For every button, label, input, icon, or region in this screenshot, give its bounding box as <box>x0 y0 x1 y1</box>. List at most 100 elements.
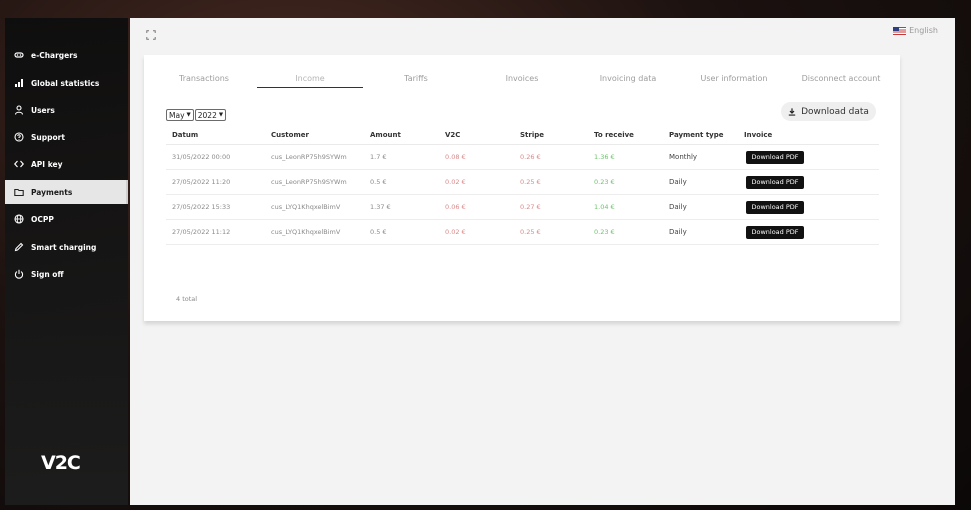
download-pdf-button[interactable]: Download PDF <box>746 200 804 214</box>
sidebar-item-api-key[interactable]: API key <box>5 152 128 176</box>
sidebar-item-smart-charging[interactable]: Smart charging <box>5 235 128 259</box>
cell-stripe: 0.25 € <box>520 178 541 186</box>
sidebar-item-label: OCPP <box>31 214 54 224</box>
sidebar-item-label: Users <box>31 105 55 115</box>
year-select[interactable]: 2022 ▼ <box>194 109 227 121</box>
date-filters: May ▼ 2022 ▼ <box>166 109 227 121</box>
sidebar-item-ocpp[interactable]: OCPP <box>5 207 128 231</box>
tab-invoicing-data[interactable]: Invoicing data <box>590 69 666 87</box>
sidebar-item-e-chargers[interactable]: e-Chargers <box>5 43 128 67</box>
table-header: Datum Customer Amount V2C Stripe To rece… <box>166 126 879 145</box>
sidebar-item-label: Payments <box>31 187 73 197</box>
cell-datum: 27/05/2022 11:20 <box>172 178 231 186</box>
sidebar-item-users[interactable]: Users <box>5 98 128 122</box>
cell-v2c: 0.02 € <box>445 178 466 186</box>
code-icon <box>13 158 25 170</box>
income-table: Datum Customer Amount V2C Stripe To rece… <box>166 126 879 245</box>
download-pdf-button[interactable]: Download PDF <box>746 225 804 239</box>
sidebar-item-label: Global statistics <box>31 78 100 88</box>
tab-bar: Transactions Income Tariffs Invoices Inv… <box>144 69 900 89</box>
table-row: 27/05/2022 15:33 cus_LYQ1KhqxelBimV 1.37… <box>166 195 879 220</box>
sidebar-item-label: e-Chargers <box>31 50 78 60</box>
fullscreen-icon[interactable] <box>146 25 156 40</box>
cell-datum: 27/05/2022 15:33 <box>172 203 231 211</box>
cell-to-receive: 1.04 € <box>594 203 615 211</box>
sidebar-item-label: Sign off <box>31 269 64 279</box>
power-icon <box>13 268 25 280</box>
help-circle-icon <box>13 131 25 143</box>
main-content: English Transactions Income Tariffs Invo… <box>130 18 955 505</box>
tab-transactions[interactable]: Transactions <box>166 69 242 87</box>
cell-customer: cus_LeonRP75h9SYWm <box>271 153 347 161</box>
cell-payment-type: Daily <box>669 178 687 186</box>
cell-payment-type: Daily <box>669 203 687 211</box>
download-data-button[interactable]: Download data <box>781 102 876 121</box>
chevron-down-icon: ▼ <box>218 112 224 118</box>
col-datum: Datum <box>172 131 199 139</box>
sidebar-item-label: Smart charging <box>31 242 97 252</box>
month-value: May <box>169 110 185 120</box>
download-icon <box>788 107 796 116</box>
sidebar-item-label: Support <box>31 132 65 142</box>
table-row: 27/05/2022 11:12 cus_LYQ1KhqxelBimV 0.5 … <box>166 220 879 245</box>
tab-user-information[interactable]: User information <box>696 69 772 87</box>
cell-v2c: 0.06 € <box>445 203 466 211</box>
bar-chart-icon <box>13 77 25 89</box>
tab-disconnect-account[interactable]: Disconnect account <box>798 69 884 87</box>
cell-payment-type: Daily <box>669 228 687 236</box>
v2c-logo: V2C <box>41 452 81 474</box>
table-row: 31/05/2022 00:00 cus_LeonRP75h9SYWm 1.7 … <box>166 145 879 170</box>
cell-customer: cus_LYQ1KhqxelBimV <box>271 203 341 211</box>
cell-stripe: 0.26 € <box>520 153 541 161</box>
tab-tariffs[interactable]: Tariffs <box>378 69 454 87</box>
col-v2c: V2C <box>445 131 461 139</box>
sidebar-item-global-statistics[interactable]: Global statistics <box>5 71 128 95</box>
language-selector[interactable]: English <box>893 26 938 35</box>
sidebar: e-Chargers Global statistics Users Suppo… <box>5 18 128 505</box>
cell-customer: cus_LeonRP75h9SYWm <box>271 178 347 186</box>
cell-stripe: 0.25 € <box>520 228 541 236</box>
tab-income[interactable]: Income <box>257 69 363 88</box>
col-invoice: Invoice <box>744 131 773 139</box>
cell-amount: 1.7 € <box>370 153 387 161</box>
table-row: 27/05/2022 11:20 cus_LeonRP75h9SYWm 0.5 … <box>166 170 879 195</box>
col-customer: Customer <box>271 131 309 139</box>
col-to-receive: To receive <box>594 131 634 139</box>
col-payment-type: Payment type <box>669 131 724 139</box>
sidebar-item-support[interactable]: Support <box>5 125 128 149</box>
sidebar-item-sign-off[interactable]: Sign off <box>5 262 128 286</box>
cell-payment-type: Monthly <box>669 153 698 161</box>
year-value: 2022 <box>197 110 217 120</box>
col-amount: Amount <box>370 131 401 139</box>
pen-icon <box>13 241 25 253</box>
total-count: 4 total <box>176 295 198 303</box>
user-icon <box>13 104 25 116</box>
sidebar-item-label: API key <box>31 159 63 169</box>
folder-icon <box>13 186 25 198</box>
cell-datum: 31/05/2022 00:00 <box>172 153 231 161</box>
month-select[interactable]: May ▼ <box>166 109 194 121</box>
cell-stripe: 0.27 € <box>520 203 541 211</box>
language-label: English <box>909 26 938 35</box>
us-flag-icon <box>893 26 907 35</box>
sidebar-item-payments[interactable]: Payments <box>5 180 128 204</box>
tab-invoices[interactable]: Invoices <box>484 69 560 87</box>
cell-v2c: 0.02 € <box>445 228 466 236</box>
cell-v2c: 0.08 € <box>445 153 466 161</box>
cell-customer: cus_LYQ1KhqxelBimV <box>271 228 341 236</box>
col-stripe: Stripe <box>520 131 544 139</box>
download-pdf-button[interactable]: Download PDF <box>746 150 804 164</box>
globe-icon <box>13 213 25 225</box>
payments-card: Transactions Income Tariffs Invoices Inv… <box>144 55 900 321</box>
cell-amount: 0.5 € <box>370 178 387 186</box>
cell-to-receive: 1.36 € <box>594 153 615 161</box>
charger-icon <box>13 49 25 61</box>
cell-amount: 0.5 € <box>370 228 387 236</box>
cell-to-receive: 0.23 € <box>594 228 615 236</box>
cell-to-receive: 0.23 € <box>594 178 615 186</box>
chevron-down-icon: ▼ <box>186 112 191 118</box>
download-data-label: Download data <box>801 106 869 117</box>
cell-amount: 1.37 € <box>370 203 391 211</box>
download-pdf-button[interactable]: Download PDF <box>746 175 804 189</box>
cell-datum: 27/05/2022 11:12 <box>172 228 231 236</box>
